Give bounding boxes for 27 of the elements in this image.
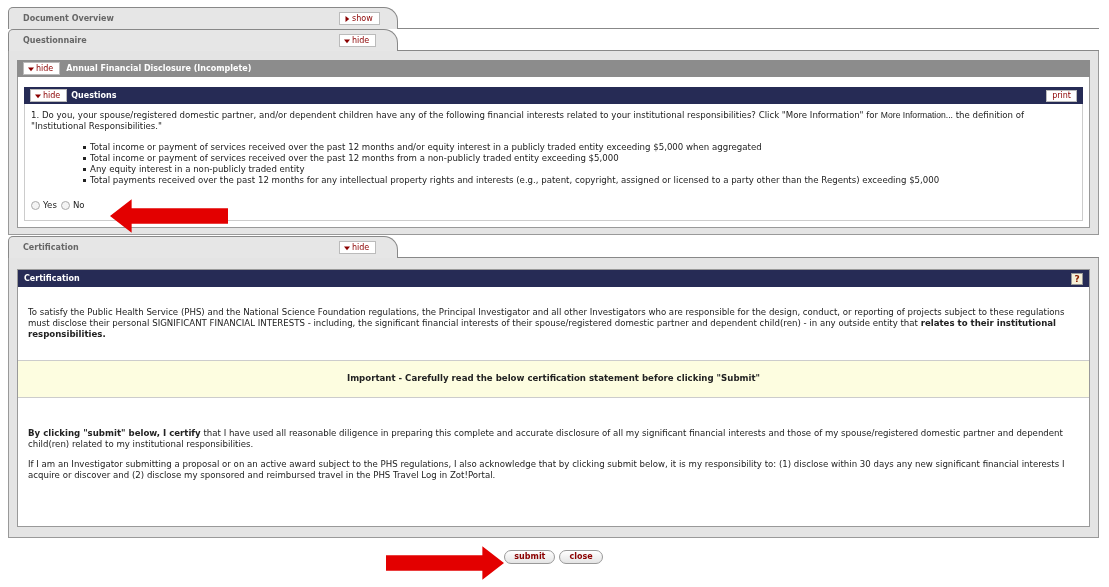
more-information-link[interactable]: More Information... <box>880 110 953 120</box>
help-button[interactable]: ? <box>1071 272 1083 285</box>
action-button[interactable]: close <box>559 550 603 564</box>
certification-paragraph: To satisfy the Public Health Service (PHS) and the National Science Foundation regulations, the Principal Investigator and all other Investigators who are responsible for the design, conduct, or reporting of projects subject to these regulations must disclose their personal SIGNIFICANT FINANCIAL INTERESTS - including, the significant financial interests of their spouse/registered domestic partner and dependent child(ren) - in any outside entity that relates to their institutional responsibilities. <box>28 307 1066 340</box>
toggle-button[interactable]: show <box>339 12 380 25</box>
certification-title: Certification <box>24 274 80 283</box>
question-text: 1. Do you, your spouse/registered domestic partner, and/or dependent children have any of the following financial interests related to your institutional responsibilities? Click "More Information" for More Information... the definition of "Institutional Responsibilities." <box>31 110 1025 132</box>
bullet-item: Total payments received over the past 12 months for any intellectual property rights and interests (e.g., patent, copyright, assigned or licensed to a party other than the Regents) exceeding $5,000 <box>90 175 940 186</box>
tab-title: Questionnaire <box>23 36 88 45</box>
bullet-item: Total income or payment of services received over the past 12 months from a non-publicly traded entity exceeding $5,000 <box>90 153 619 164</box>
toggle-button[interactable]: hide <box>339 241 377 254</box>
certification-note: If I am an Investigator submitting a proposal or on an active award subject to the PHS regulations, I also acknowledge that by clicking submit below, it is my responsibility to: (1) disclose within 30 days any new significant financial interests I acquire or discover and (2) disclose my sponsored and reimbursed travel in the PHS Travel Log in Zot!Portal. <box>28 459 1066 480</box>
toggle-button[interactable]: hide <box>23 62 61 75</box>
section-title: Annual Financial Disclosure (Incomplete) <box>66 64 252 73</box>
important-notice: Important - Carefully read the below certification statement before clicking "Submit" <box>18 360 1089 398</box>
toggle-button[interactable]: hide <box>30 89 68 102</box>
questions-title: Questions <box>71 91 117 100</box>
bullet-item: Total income or payment of services received over the past 12 months and/or equity interest in a publicly traded entity exceeding $5,000 when aggregated <box>90 142 762 153</box>
radio-label: Yes <box>43 200 57 210</box>
radio-label: No <box>72 200 85 210</box>
tab-title: Certification <box>23 243 80 252</box>
tab-title: Document Overview <box>23 14 115 23</box>
bullet-item: Any equity interest in a non-publicly traded entity <box>90 164 305 175</box>
print-button[interactable]: print <box>1046 89 1077 102</box>
toggle-button[interactable]: hide <box>339 34 377 47</box>
action-button[interactable]: submit <box>504 550 556 564</box>
certification-statement: By clicking "submit" below, I certify that I have used all reasonable diligence in preparing this complete and accurate disclosure of all my significant financial interests and those of my spouse/registered domestic partner and dependent child(ren) related to my institutional responsibilities. <box>28 428 1064 449</box>
